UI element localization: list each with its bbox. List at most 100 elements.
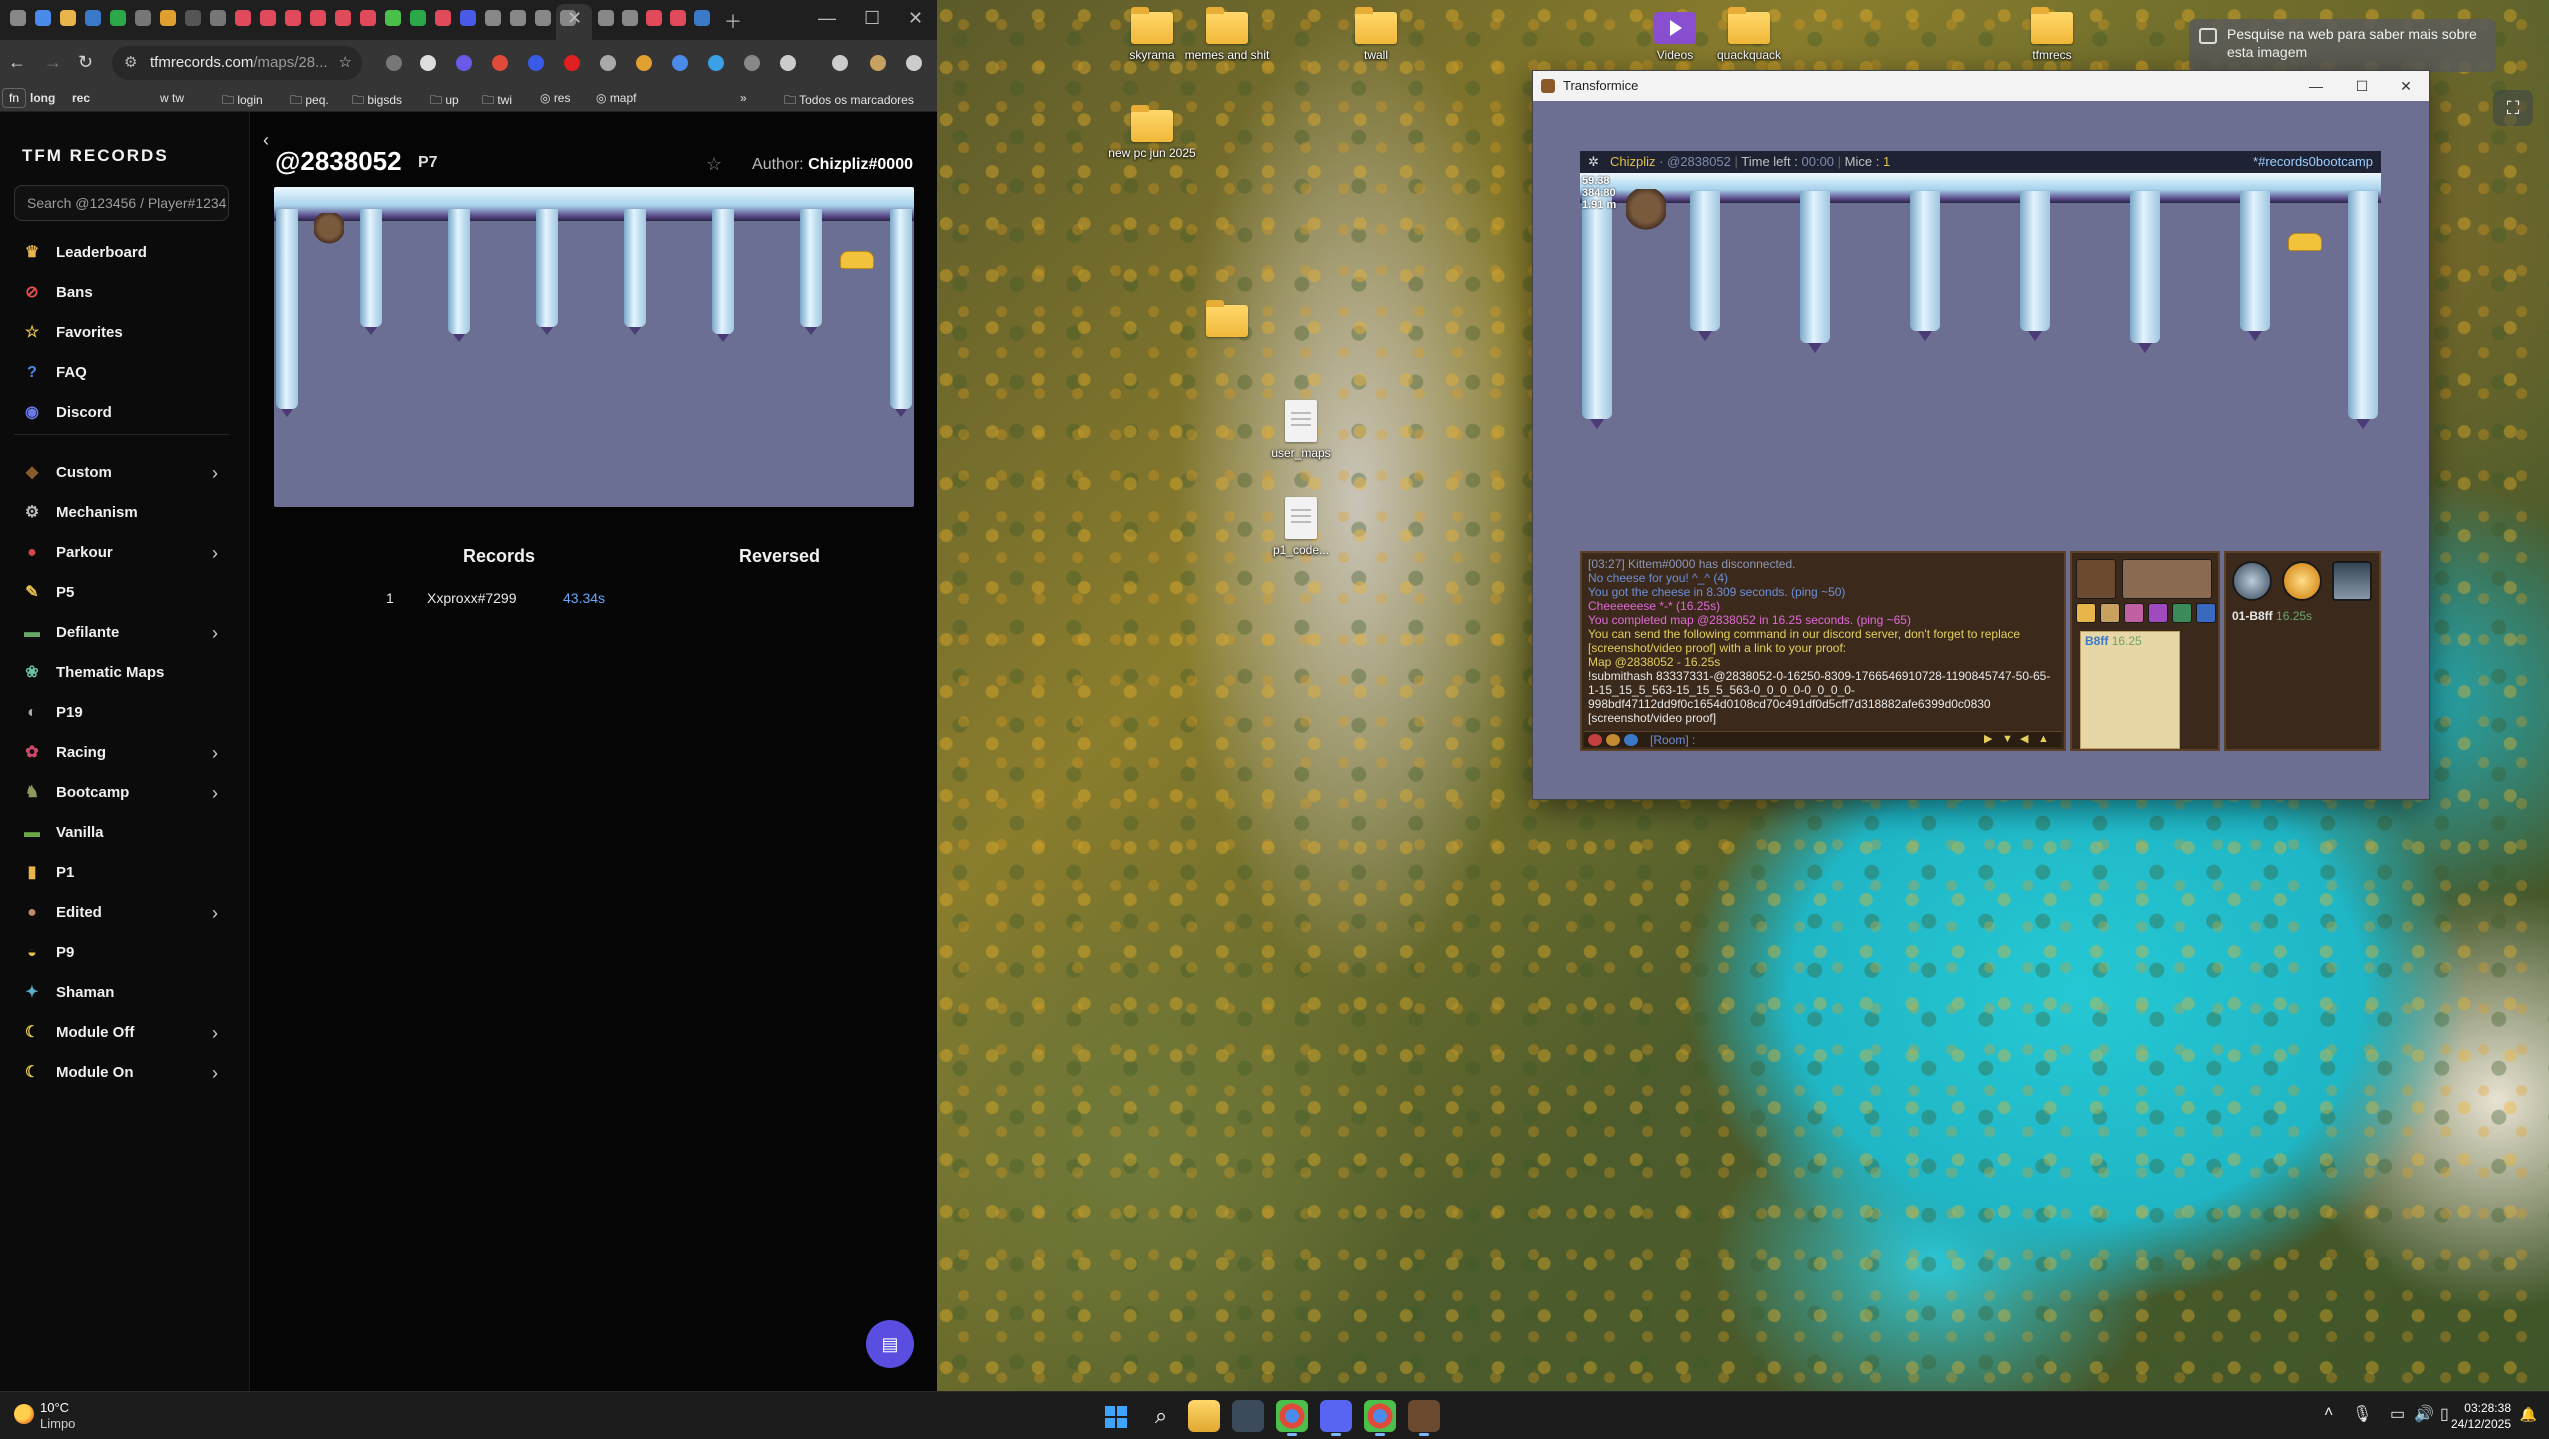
bookmark-item[interactable]: 🗀 peq.	[290, 91, 329, 112]
bookmark-item[interactable]: w tw	[160, 91, 184, 105]
taskbar-search-icon[interactable]: ⌕	[1145, 1400, 1177, 1432]
nav-item-favorites[interactable]: ☆ Favorites	[0, 315, 240, 351]
google-lens-tooltip[interactable]: Pesquise na web para saber mais sobre es…	[2189, 19, 2496, 72]
chevron-right-icon[interactable]: ›	[212, 535, 218, 571]
nav-item-custom[interactable]: ◆ Custom ›	[0, 455, 240, 491]
landscape-icon[interactable]	[2332, 561, 2372, 601]
all-bookmarks-folder[interactable]: 🗀 Todos os marcadores	[784, 91, 914, 112]
arrow-down-icon[interactable]: ▼	[2002, 733, 2014, 745]
tab-records[interactable]: Records	[463, 546, 535, 567]
search-icon[interactable]	[2232, 561, 2272, 601]
tab-favicon-icon[interactable]	[410, 10, 426, 26]
media-icon[interactable]	[832, 55, 848, 71]
tab-favicon-icon[interactable]	[694, 10, 710, 26]
nav-item-discord[interactable]: ◉ Discord	[0, 395, 240, 431]
reload-button[interactable]: ↻	[78, 52, 93, 73]
site-info-icon[interactable]: ⚙	[124, 46, 137, 80]
shop-icon[interactable]	[2076, 603, 2096, 623]
new-tab-button[interactable]: ＋	[724, 8, 742, 34]
nav-item-module-off[interactable]: ☾ Module Off ›	[0, 1015, 240, 1051]
tab-favicon-icon[interactable]	[485, 10, 501, 26]
chevron-right-icon[interactable]: ›	[212, 895, 218, 931]
friends-icon[interactable]	[2124, 603, 2144, 623]
favorite-star-icon[interactable]: ☆	[706, 154, 722, 175]
tab-favicon-icon[interactable]	[510, 10, 526, 26]
network-icon[interactable]: ▭	[2390, 1404, 2405, 1424]
bookmark-item[interactable]: ◎ res	[540, 91, 570, 105]
chevron-right-icon[interactable]: ›	[212, 455, 218, 491]
youtube-icon[interactable]	[564, 55, 580, 71]
chevron-right-icon[interactable]: ›	[212, 775, 218, 811]
forward-button[interactable]: →	[44, 52, 62, 73]
profile-avatar[interactable]	[870, 55, 886, 71]
chrome-icon[interactable]	[1276, 1400, 1308, 1436]
author-name[interactable]: Chizpliz#0000	[808, 156, 913, 173]
extension-icon[interactable]	[744, 55, 760, 71]
nav-item-defilante[interactable]: ▬ Defilante ›	[0, 615, 240, 651]
file-explorer-icon[interactable]	[1188, 1400, 1220, 1432]
bookmark-star-icon[interactable]: ☆	[339, 46, 352, 80]
close-window-button[interactable]: ✕	[908, 8, 923, 29]
nav-item-thematic-maps[interactable]: ❀ Thematic Maps	[0, 655, 240, 691]
desktop-icon[interactable]: memes and shit	[1179, 7, 1275, 62]
desktop-icon[interactable]: quackquack	[1701, 7, 1797, 62]
chevron-right-icon[interactable]: ›	[212, 735, 218, 771]
bookmark-item[interactable]: 🗀 login	[222, 91, 263, 112]
tab-favicon-icon[interactable]	[646, 10, 662, 26]
weather-widget[interactable]: 10°C Limpo	[14, 1400, 75, 1432]
bookmark-item[interactable]: 🗀 twi	[482, 91, 512, 112]
tab-favicon-icon[interactable]	[310, 10, 326, 26]
tab-favicon-icon[interactable]	[260, 10, 276, 26]
volume-icon[interactable]: 🔊	[2414, 1404, 2434, 1424]
arrow-left-icon[interactable]: ◀	[2020, 733, 2032, 745]
tab-favicon-icon[interactable]	[210, 10, 226, 26]
nav-item-faq[interactable]: ? FAQ	[0, 355, 240, 391]
tab-favicon-icon[interactable]	[335, 10, 351, 26]
tab-favicon-icon[interactable]	[285, 10, 301, 26]
tab-favicon-icon[interactable]	[235, 10, 251, 26]
desktop-icon[interactable]: tfmrecs	[2004, 7, 2100, 62]
tab-favicon-icon[interactable]	[110, 10, 126, 26]
map-icon[interactable]	[2172, 603, 2192, 623]
extension-icon[interactable]	[636, 55, 652, 71]
bookmarks-overflow[interactable]: »	[740, 91, 747, 105]
record-player[interactable]: Xxproxx#7299	[427, 590, 517, 606]
tab-favicon-icon[interactable]	[60, 10, 76, 26]
nav-item-mechanism[interactable]: ⚙ Mechanism	[0, 495, 240, 531]
tab-favicon-icon[interactable]	[598, 10, 614, 26]
maximize-button[interactable]: ☐	[864, 8, 880, 29]
tab-favicon-icon[interactable]	[460, 10, 476, 26]
minimize-button[interactable]: —	[818, 8, 836, 29]
inventory-icon[interactable]	[2122, 559, 2212, 599]
tab-favicon-icon[interactable]	[670, 10, 686, 26]
bookmark-item[interactable]: 🗀 bigsds	[352, 91, 402, 112]
nav-item-p5[interactable]: ✎ P5	[0, 575, 240, 611]
tab-favicon-icon[interactable]	[135, 10, 151, 26]
collapse-sidebar-icon[interactable]: ‹	[263, 130, 269, 151]
extension-icon[interactable]	[672, 55, 688, 71]
extension-icon[interactable]	[708, 55, 724, 71]
nav-item-p19[interactable]: ◐ P19	[0, 695, 240, 731]
nav-item-edited[interactable]: ● Edited ›	[0, 895, 240, 931]
extension-icon[interactable]	[528, 55, 544, 71]
extension-icon[interactable]	[492, 55, 508, 71]
tfm-maximize-button[interactable]: ☐	[2339, 71, 2385, 101]
bookmark-item[interactable]: 🗀 up	[430, 91, 459, 112]
notification-bell-icon[interactable]: 🔔	[2520, 1406, 2537, 1423]
menu-icon[interactable]	[906, 55, 922, 71]
nav-item-module-on[interactable]: ☾ Module On ›	[0, 1055, 240, 1091]
nav-item-p9[interactable]: ◒ P9	[0, 935, 240, 971]
close-tab-icon[interactable]: ✕	[567, 8, 582, 29]
microphone-icon[interactable]: 🎙	[2352, 1404, 2372, 1424]
bookmark-item[interactable]: fn	[2, 88, 27, 108]
nav-item-leaderboard[interactable]: ♛ Leaderboard	[0, 235, 240, 271]
nav-item-shaman[interactable]: ✦ Shaman	[0, 975, 240, 1011]
extension-icon[interactable]	[456, 55, 472, 71]
tab-favicon-icon[interactable]	[360, 10, 376, 26]
tab-favicon-icon[interactable]	[622, 10, 638, 26]
search-input[interactable]: Search @123456 / Player#1234	[14, 185, 229, 221]
tfm-close-button[interactable]: ✕	[2383, 71, 2429, 101]
desktop-icon[interactable]: user_maps	[1253, 400, 1349, 460]
site-brand[interactable]: TFM RECORDS	[22, 146, 169, 166]
nav-item-bootcamp[interactable]: ♞ Bootcamp ›	[0, 775, 240, 811]
